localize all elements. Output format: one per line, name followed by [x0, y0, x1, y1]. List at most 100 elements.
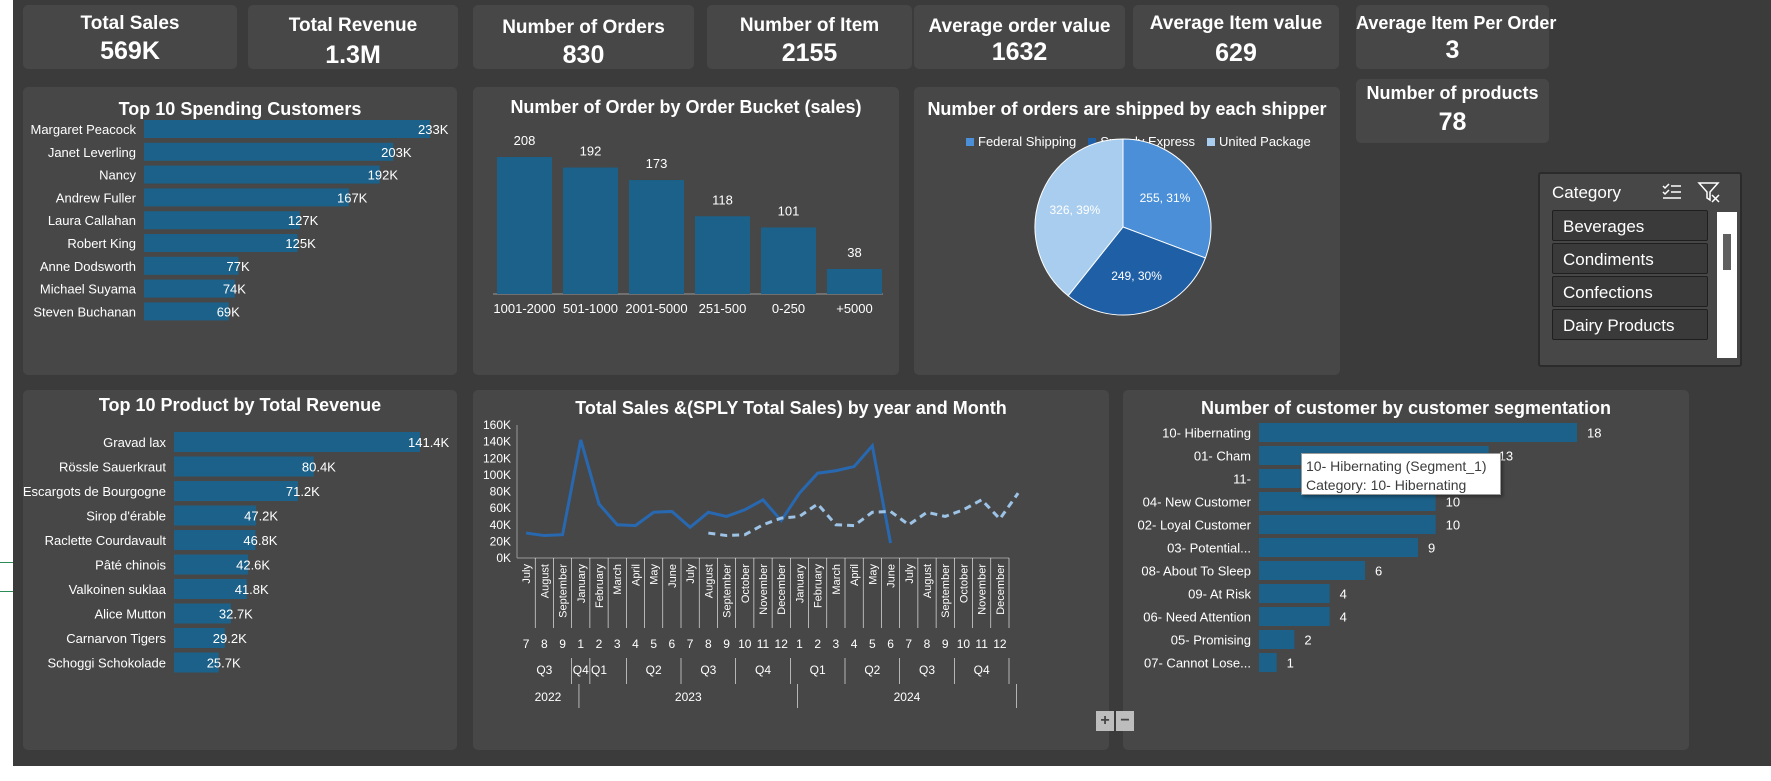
month-number: 11: [975, 637, 988, 651]
bar: [1259, 653, 1277, 672]
top-products-chart: Gravad lax 141.4K Rössle Sauerkraut 80.4K Es…: [23, 432, 450, 673]
category-label: Michael Suyama: [40, 282, 137, 297]
data-label: 249, 30%: [1111, 269, 1162, 283]
kpi-label: Average Item value: [1149, 13, 1323, 34]
data-label: 192: [580, 144, 602, 159]
bar: [144, 279, 235, 298]
category-label: Janet Leverling: [48, 145, 136, 160]
month-label: May: [649, 564, 661, 585]
segmentation-panel: Number of customer by customer segmentat…: [1123, 390, 1689, 750]
kpi-value: 78: [1438, 108, 1467, 136]
month-label: July: [904, 564, 916, 584]
kpi-number-of-orders[interactable]: Number of Orders 830: [473, 5, 694, 69]
clear-filter-icon[interactable]: [1697, 180, 1721, 204]
top-customers-chart: Margaret Peacock 233K Janet Leverling 203K N…: [31, 120, 449, 321]
month-label: March: [831, 564, 843, 595]
category-label: 11-: [1233, 472, 1251, 487]
data-label: 77K: [227, 259, 250, 274]
kpi-value: 3: [1445, 36, 1460, 64]
data-label: 1: [1287, 656, 1294, 671]
kpi-total-revenue[interactable]: Total Revenue 1.3M: [248, 5, 458, 69]
y-tick-label: 20K: [490, 534, 511, 548]
data-label: 141.4K: [408, 435, 450, 450]
cell-selection-mark: [0, 562, 13, 592]
kpi-number-of-products[interactable]: Number of products 78: [1356, 79, 1549, 143]
month-label: January: [576, 564, 588, 604]
bar: [144, 142, 394, 161]
quarter-label: Q3: [919, 663, 935, 677]
category-label: 251-500: [699, 301, 747, 316]
month-label: December: [995, 564, 1007, 615]
expand-button[interactable]: +: [1096, 711, 1114, 731]
quarter-label: Q1: [810, 663, 826, 677]
category-label: 501-1000: [563, 301, 618, 316]
category-label: 06- Need Attention: [1143, 610, 1251, 625]
kpi-value: 830: [562, 41, 605, 69]
bar: [1259, 423, 1577, 442]
kpi-label: Total Revenue: [288, 15, 418, 36]
category-label: 09- At Risk: [1188, 587, 1251, 602]
category-label: 05- Promising: [1171, 633, 1251, 648]
slicer-item-dairy-products[interactable]: Dairy Products: [1552, 309, 1708, 340]
month-label: May: [867, 564, 879, 585]
data-label: 173: [646, 156, 668, 171]
data-label: 41.8K: [235, 582, 269, 597]
data-label: 125K: [285, 236, 316, 251]
dashboard: Total Sales 569K Total Revenue 1.3M Numb…: [13, 0, 1771, 766]
category-label: Gravad lax: [103, 435, 166, 450]
category-label: 2001-5000: [625, 301, 687, 316]
month-label: December: [776, 564, 788, 615]
tooltip-line: Category: 10- Hibernating: [1306, 477, 1467, 493]
kpi-label: Average Item Per Order: [1356, 13, 1557, 33]
category-label: Steven Buchanan: [33, 304, 136, 319]
kpi-average-item-value[interactable]: Average Item value 629: [1133, 5, 1339, 69]
category-label: 10- Hibernating: [1162, 426, 1251, 441]
kpi-average-order-value[interactable]: Average order value 1632: [914, 5, 1125, 69]
month-number: 9: [723, 637, 730, 651]
y-tick-label: 60K: [490, 501, 511, 515]
year-label: 2022: [535, 690, 562, 704]
order-bucket-chart: 208 1001-2000 192 501-1000 173 2001-5000 118 25…: [493, 133, 883, 316]
slicer-item-condiments[interactable]: Condiments: [1552, 243, 1708, 274]
category-label: Raclette Courdavault: [45, 533, 167, 548]
slicer-scroll-thumb[interactable]: [1723, 234, 1731, 270]
data-label: 233K: [418, 122, 449, 137]
data-label: 38: [847, 245, 861, 260]
bar: [144, 120, 430, 138]
month-number: 8: [541, 637, 548, 651]
slicer-scrollbar[interactable]: [1717, 212, 1737, 358]
kpi-label: Total Sales: [80, 13, 180, 34]
kpi-total-sales[interactable]: Total Sales 569K: [23, 5, 237, 69]
month-label: June: [667, 564, 679, 588]
category-label: 08- About To Sleep: [1141, 564, 1251, 579]
multi-select-icon[interactable]: [1660, 180, 1684, 204]
data-label: 118: [712, 192, 733, 207]
data-label: 10: [1446, 495, 1460, 510]
quarter-label: Q4: [755, 663, 771, 677]
category-label: 1001-2000: [493, 301, 555, 316]
slicer-item-confections[interactable]: Confections: [1552, 276, 1708, 307]
data-label: 6: [1375, 564, 1382, 579]
bar: [1259, 561, 1365, 580]
month-number: 9: [942, 637, 949, 651]
data-label: 127K: [288, 213, 319, 228]
quarter-label: Q2: [646, 663, 662, 677]
kpi-average-item-per-order[interactable]: Average Item Per Order 3: [1356, 5, 1557, 69]
data-label: 25.7K: [207, 656, 241, 671]
month-number: 2: [596, 637, 603, 651]
bar: [827, 268, 882, 294]
y-tick-label: 140K: [483, 435, 511, 449]
year-label: 2023: [675, 690, 702, 704]
shipper-pie-chart: 255, 31% 249, 30% 326, 39%: [1034, 138, 1212, 316]
y-tick-label: 120K: [483, 451, 511, 465]
data-label: 101: [778, 203, 800, 218]
bar: [144, 165, 380, 184]
category-label: Escargots de Bourgogne: [23, 484, 166, 499]
bar: [1259, 584, 1330, 603]
month-number: 10: [738, 637, 752, 651]
category-slicer[interactable]: Category Beverages Condiments Confection…: [1538, 172, 1742, 367]
slicer-item-beverages[interactable]: Beverages: [1552, 210, 1708, 241]
month-number: 7: [687, 637, 694, 651]
kpi-number-of-item[interactable]: Number of Item 2155: [707, 5, 912, 69]
collapse-button[interactable]: −: [1116, 711, 1134, 731]
